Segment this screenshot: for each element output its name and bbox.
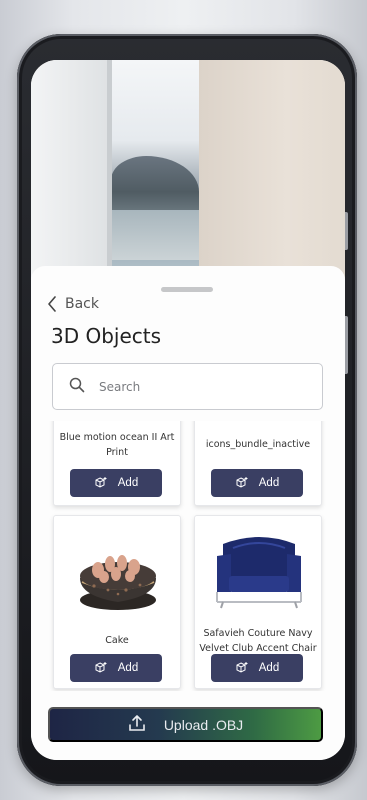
object-name: Blue motion ocean II Art Print [59,432,175,458]
window-view [111,60,199,290]
camera-view[interactable] [31,60,345,290]
add-label: Add [258,662,280,674]
wall-right [199,60,345,290]
chevron-left-icon [47,296,57,312]
upload-icon [128,714,146,735]
back-label: Back [65,296,99,312]
objects-sheet: Back 3D Objects Blue motion ocean II Art… [31,266,345,760]
sheet-drag-handle[interactable] [161,287,213,292]
hill-shape [111,156,199,216]
add-label: Add [258,477,280,489]
cube-plus-icon [235,661,249,675]
object-name: Cake [105,635,129,646]
bay-shape [111,210,199,260]
object-card: Safavieh Couture Navy Velvet Club Accent… [194,515,322,689]
cake-image [80,555,156,610]
object-card: Blue motion ocean II Art Print Add [53,421,181,506]
upload-label: Upload .OBJ [163,716,244,733]
objects-grid[interactable]: Blue motion ocean II Art Print Add icons… [31,421,345,691]
add-object-button[interactable]: Add [211,469,303,497]
wall-left [31,60,107,290]
object-card: icons_bundle_inactive Add [194,421,322,506]
search-box[interactable] [52,363,323,410]
add-object-button[interactable]: Add [70,469,162,497]
search-icon [69,377,85,397]
app-screen: Back 3D Objects Blue motion ocean II Art… [31,60,345,760]
chair-image [216,537,302,609]
upload-obj-button[interactable]: Upload .OBJ [48,707,323,742]
object-name: Safavieh Couture Navy Velvet Club Accent… [199,628,317,654]
page-title: 3D Objects [51,324,162,348]
cube-plus-icon [94,476,108,490]
search-input[interactable] [99,379,299,394]
object-name: icons_bundle_inactive [205,439,311,450]
cube-plus-icon [94,661,108,675]
add-label: Add [117,662,139,674]
add-label: Add [117,477,139,489]
add-object-button[interactable]: Add [211,654,303,682]
object-card: Cake Add [53,515,181,689]
cube-plus-icon [235,476,249,490]
window-frame [107,60,112,290]
add-object-button[interactable]: Add [70,654,162,682]
back-button[interactable]: Back [47,296,99,312]
